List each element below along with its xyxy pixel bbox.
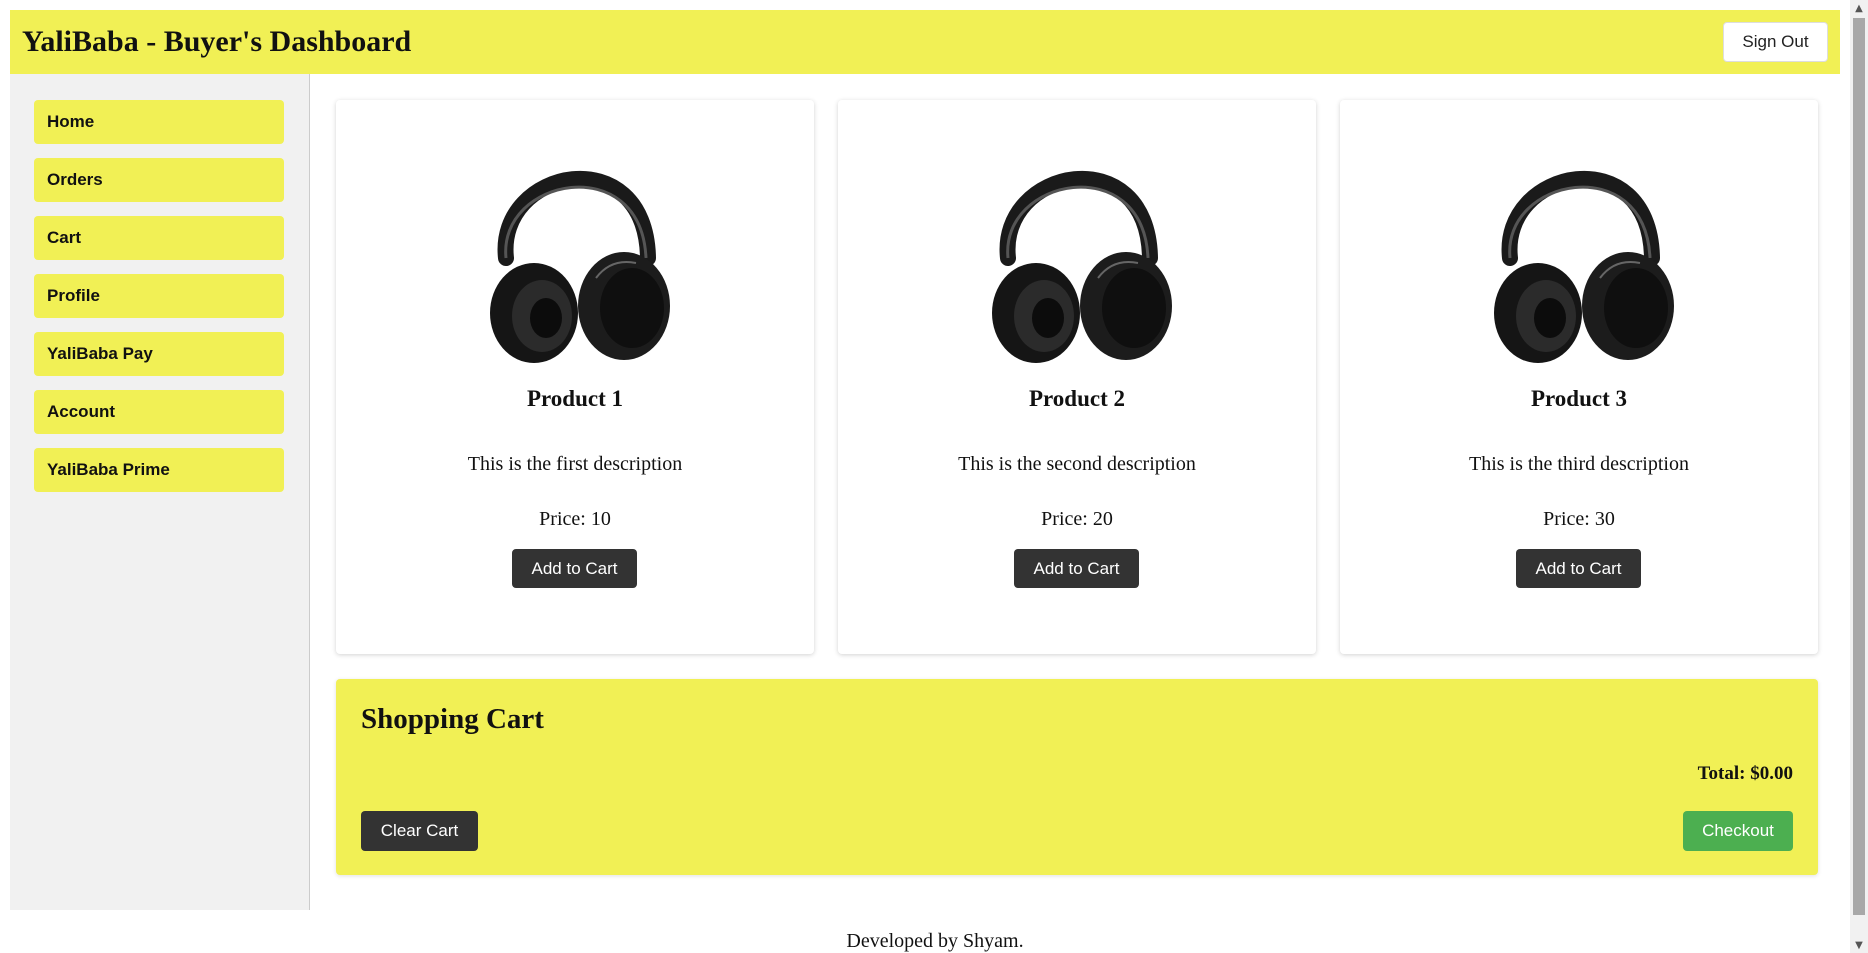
sidebar-item-account[interactable]: Account	[34, 390, 284, 434]
sidebar-item-yalibaba-prime[interactable]: YaliBaba Prime	[34, 448, 284, 492]
headphones-image	[992, 170, 1172, 363]
product-price: Price: 10	[539, 508, 611, 530]
sidebar-item-home[interactable]: Home	[34, 100, 284, 144]
product-price: Price: 30	[1543, 508, 1615, 530]
product-description: This is the second description	[958, 453, 1196, 475]
sidebar: Home Orders Cart Profile YaliBaba Pay Ac…	[10, 74, 310, 910]
product-grid: Product 1 This is the first description …	[336, 100, 1826, 654]
main-content: Product 1 This is the first description …	[336, 100, 1826, 875]
sidebar-item-cart[interactable]: Cart	[34, 216, 284, 260]
cart-total: Total: $0.00	[1697, 763, 1793, 784]
product-card: Product 2 This is the second description…	[838, 100, 1316, 654]
headphones-image	[1494, 170, 1674, 363]
checkout-button[interactable]: Checkout	[1683, 811, 1793, 851]
app-header: YaliBaba - Buyer's Dashboard Sign Out	[10, 10, 1840, 74]
sidebar-item-profile[interactable]: Profile	[34, 274, 284, 318]
product-description: This is the third description	[1469, 453, 1689, 475]
page: YaliBaba - Buyer's Dashboard Sign Out Ho…	[10, 10, 1840, 953]
add-to-cart-button[interactable]: Add to Cart	[1014, 549, 1139, 588]
product-card: Product 3 This is the third description …	[1340, 100, 1818, 654]
clear-cart-button[interactable]: Clear Cart	[361, 811, 478, 851]
vertical-scrollbar[interactable]: ▲ ▼	[1850, 0, 1868, 953]
product-name: Product 2	[1028, 386, 1126, 411]
footer-text: Developed by Shyam.	[846, 930, 1024, 952]
product-card: Product 1 This is the first description …	[336, 100, 814, 654]
scroll-down-arrow-icon[interactable]: ▼	[1850, 937, 1868, 953]
sign-out-button[interactable]: Sign Out	[1723, 22, 1828, 62]
add-to-cart-button[interactable]: Add to Cart	[512, 549, 637, 588]
add-to-cart-button[interactable]: Add to Cart	[1516, 549, 1641, 588]
sidebar-item-yalibaba-pay[interactable]: YaliBaba Pay	[34, 332, 284, 376]
shopping-cart-panel: Shopping Cart Total: $0.00 Clear Cart Ch…	[336, 679, 1818, 875]
sidebar-item-orders[interactable]: Orders	[34, 158, 284, 202]
product-name: Product 3	[1530, 386, 1628, 411]
page-title: YaliBaba - Buyer's Dashboard	[22, 25, 412, 58]
product-description: This is the first description	[467, 453, 683, 475]
product-name: Product 1	[526, 386, 624, 411]
product-price: Price: 20	[1041, 508, 1113, 530]
headphones-image	[490, 170, 670, 363]
scroll-up-arrow-icon[interactable]: ▲	[1850, 0, 1868, 16]
cart-title: Shopping Cart	[361, 703, 544, 735]
scrollbar-thumb[interactable]	[1853, 18, 1865, 915]
